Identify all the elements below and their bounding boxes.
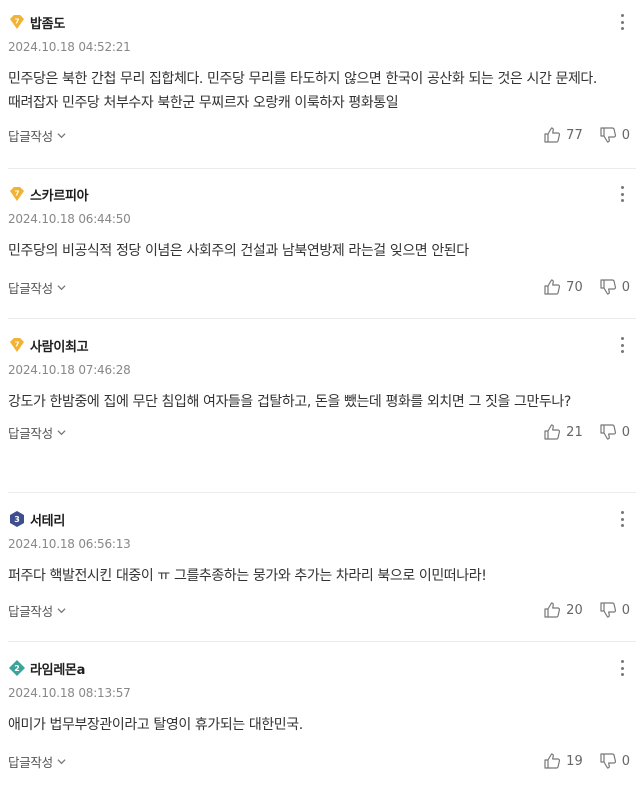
comment-author[interactable]: 밥좀도 <box>30 13 65 32</box>
chevron-down-icon <box>57 284 66 290</box>
comment-item: 7 밥좀도 2024.10.18 04:52:21 민주당은 북한 간첩 무리 … <box>8 0 636 169</box>
chevron-down-icon <box>57 607 66 613</box>
comment-header: 3 서테리 <box>8 493 636 530</box>
dislike-button[interactable]: 0 <box>599 601 630 619</box>
reply-label: 답글작성 <box>8 128 53 144</box>
gold-diamond-badge-icon: 7 <box>10 15 24 29</box>
comment-item: 7 사람이최고 2024.10.18 07:46:28 강도가 한밤중에 집에 … <box>8 319 636 493</box>
more-options-icon[interactable] <box>616 660 628 676</box>
thumbs-down-icon <box>600 279 616 295</box>
vote-group: 21 0 <box>543 422 630 442</box>
thumbs-up-icon <box>544 602 561 618</box>
badge-level: 3 <box>14 515 20 524</box>
comment-author[interactable]: 스카르피아 <box>30 185 89 204</box>
dislike-button[interactable]: 0 <box>599 752 630 770</box>
like-button[interactable]: 70 <box>543 278 583 296</box>
reply-label: 답글작성 <box>8 280 53 296</box>
diamond-badge-icon: 2 <box>9 660 25 676</box>
badge-level: 7 <box>15 18 20 26</box>
comment-text: 민주당은 북한 간첩 무리 집합체다. 민주당 무리를 타도하지 않으면 한국이… <box>8 71 597 111</box>
comment-date: 2024.10.18 06:56:13 <box>8 537 131 551</box>
like-button[interactable]: 21 <box>543 423 583 441</box>
comment-author[interactable]: 라임레몬a <box>30 659 85 678</box>
vote-group: 19 0 <box>543 751 630 771</box>
badge-level: 2 <box>14 664 20 673</box>
dislike-button[interactable]: 0 <box>599 126 630 144</box>
comment-header: 7 사람이최고 <box>8 319 636 356</box>
vote-group: 77 0 <box>543 125 630 145</box>
like-count: 21 <box>566 424 583 440</box>
comment-list: 7 밥좀도 2024.10.18 04:52:21 민주당은 북한 간첩 무리 … <box>0 0 644 789</box>
comment-item: 7 스카르피아 2024.10.18 06:44:50 민주당의 비공식적 정당… <box>8 169 636 319</box>
comment-footer: 답글작성 20 0 <box>8 600 636 620</box>
comment-header: 2 라임레몬a <box>8 642 636 679</box>
like-count: 70 <box>566 279 583 295</box>
thumbs-down-icon <box>600 602 616 618</box>
comment-date: 2024.10.18 04:52:21 <box>8 40 131 54</box>
reply-label: 답글작성 <box>8 754 53 770</box>
badge-level: 7 <box>15 190 20 198</box>
dislike-button[interactable]: 0 <box>599 278 630 296</box>
thumbs-down-icon <box>600 127 616 143</box>
dislike-count: 0 <box>621 424 630 440</box>
comment-header: 7 밥좀도 <box>8 0 636 33</box>
thumbs-up-icon <box>544 753 561 769</box>
comment-footer: 답글작성 19 0 <box>8 751 636 771</box>
reply-button[interactable]: 답글작성 <box>8 278 66 297</box>
like-count: 77 <box>566 127 583 143</box>
comment-footer: 답글작성 21 0 <box>8 422 636 442</box>
comment-header: 7 스카르피아 <box>8 169 636 205</box>
reply-label: 답글작성 <box>8 603 53 619</box>
vote-group: 20 0 <box>543 600 630 620</box>
comment-text: 민주당의 비공식적 정당 이념은 사회주의 건설과 남북연방제 라는걸 잊으면 … <box>8 243 469 259</box>
thumbs-down-icon <box>600 424 616 440</box>
more-options-icon[interactable] <box>616 14 628 30</box>
dislike-count: 0 <box>621 127 630 143</box>
comment-item: 3 서테리 2024.10.18 06:56:13 퍼주다 핵발전시킨 대중이 … <box>8 493 636 642</box>
like-button[interactable]: 20 <box>543 601 583 619</box>
comment-footer: 답글작성 70 0 <box>8 277 636 297</box>
comment-text: 강도가 한밤중에 집에 무단 침입해 여자들을 겁탈하고, 돈을 뺐는데 평화를… <box>8 394 571 410</box>
shield-badge-icon: 3 <box>10 511 24 527</box>
gold-diamond-badge-icon: 7 <box>10 338 24 352</box>
gold-diamond-badge-icon: 7 <box>10 187 24 201</box>
chevron-down-icon <box>57 429 66 435</box>
comment-item: 2 라임레몬a 2024.10.18 08:13:57 애미가 법무부장관이라고… <box>8 642 636 789</box>
reply-button[interactable]: 답글작성 <box>8 752 66 771</box>
thumbs-up-icon <box>544 424 561 440</box>
comment-author[interactable]: 사람이최고 <box>30 336 89 355</box>
comment-date: 2024.10.18 07:46:28 <box>8 363 131 377</box>
vote-group: 70 0 <box>543 277 630 297</box>
reply-label: 답글작성 <box>8 425 53 441</box>
comment-date: 2024.10.18 08:13:57 <box>8 686 131 700</box>
like-count: 20 <box>566 602 583 618</box>
comment-text: 퍼주다 핵발전시킨 대중이 ㅠ 그를추종하는 뭉가와 추가는 차라리 북으로 이… <box>8 568 487 584</box>
comment-footer: 답글작성 77 0 <box>8 125 636 145</box>
thumbs-up-icon <box>544 127 561 143</box>
more-options-icon[interactable] <box>616 337 628 353</box>
dislike-count: 0 <box>621 279 630 295</box>
chevron-down-icon <box>57 758 66 764</box>
more-options-icon[interactable] <box>616 511 628 527</box>
comment-author[interactable]: 서테리 <box>30 510 65 529</box>
more-options-icon[interactable] <box>616 186 628 202</box>
dislike-button[interactable]: 0 <box>599 423 630 441</box>
reply-button[interactable]: 답글작성 <box>8 423 66 442</box>
comment-text: 애미가 법무부장관이라고 탈영이 휴가되는 대한민국. <box>8 717 303 733</box>
dislike-count: 0 <box>621 753 630 769</box>
reply-button[interactable]: 답글작성 <box>8 601 66 620</box>
like-button[interactable]: 77 <box>543 126 583 144</box>
reply-button[interactable]: 답글작성 <box>8 126 66 145</box>
badge-level: 7 <box>15 341 20 349</box>
like-button[interactable]: 19 <box>543 752 583 770</box>
like-count: 19 <box>566 753 583 769</box>
chevron-down-icon <box>57 132 66 138</box>
thumbs-down-icon <box>600 753 616 769</box>
thumbs-up-icon <box>544 279 561 295</box>
dislike-count: 0 <box>621 602 630 618</box>
comment-date: 2024.10.18 06:44:50 <box>8 212 131 226</box>
